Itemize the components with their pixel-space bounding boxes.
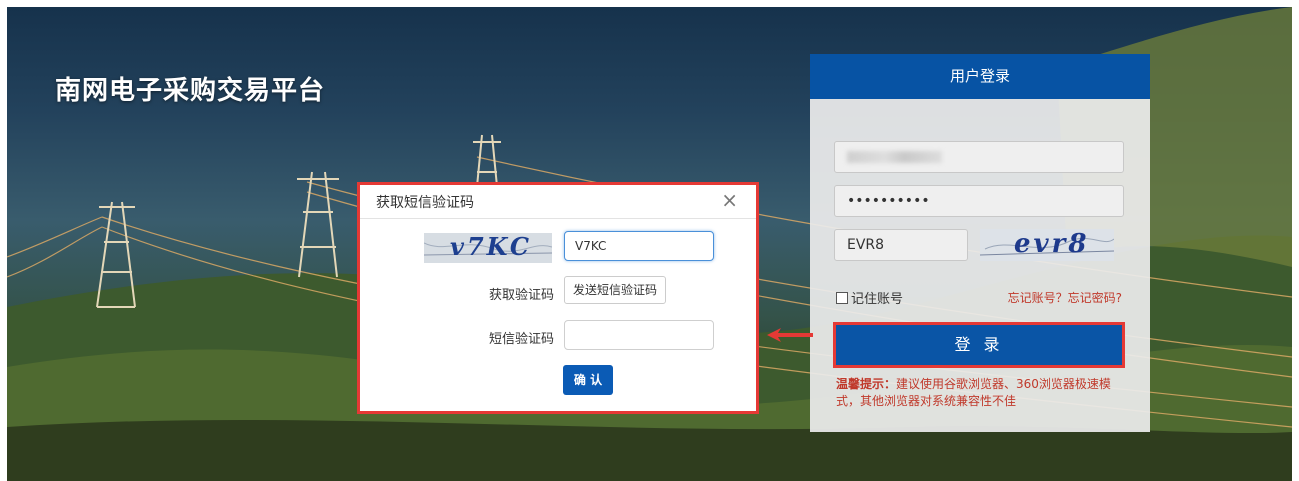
password-field[interactable]: •••••••••• xyxy=(834,185,1124,217)
arrow-left-icon xyxy=(767,328,813,342)
remember-account[interactable]: 记住账号 xyxy=(836,288,903,307)
sms-code-field[interactable] xyxy=(564,320,714,350)
compat-tip: 温馨提示：建议使用谷歌浏览器、360浏览器极速模式，其他浏览器对系统兼容性不佳 xyxy=(836,376,1126,410)
site-title: 南网电子采购交易平台 xyxy=(55,76,326,106)
sms-captcha-image-text: v7KC xyxy=(450,233,532,261)
sms-code-label: 短信验证码 xyxy=(488,332,554,347)
sms-captcha-field[interactable]: V7KC xyxy=(564,231,714,261)
login-header: 用户登录 xyxy=(810,54,1150,99)
tip-prefix: 温馨提示： xyxy=(836,377,897,391)
sms-dialog: 获取短信验证码 × v7KC V7KC 获取验证码 发送短信验证码 短信验证码 … xyxy=(357,182,759,414)
forgot-link[interactable]: 忘记账号？忘记密码? xyxy=(1008,289,1122,306)
close-icon[interactable]: × xyxy=(721,188,738,212)
login-button[interactable]: 登 录 xyxy=(833,322,1125,368)
remember-checkbox[interactable] xyxy=(836,292,848,304)
login-panel: 用户登录 •••••••••• EVR8 evr8 记住账号 忘记账号？忘记密码… xyxy=(810,54,1150,432)
sms-captcha-image[interactable]: v7KC xyxy=(424,233,552,263)
send-sms-button[interactable]: 发送短信验证码 xyxy=(564,276,667,304)
blurred-username xyxy=(847,151,942,163)
username-field[interactable] xyxy=(834,141,1124,173)
sms-dialog-title: 获取短信验证码 xyxy=(376,195,474,211)
confirm-button[interactable]: 确 认 xyxy=(563,365,613,395)
sms-dialog-header: 获取短信验证码 × xyxy=(360,185,756,219)
captcha-image-text: evr8 xyxy=(1014,229,1090,259)
captcha-field[interactable]: EVR8 xyxy=(834,229,968,261)
get-code-label: 获取验证码 xyxy=(488,288,554,303)
captcha-image[interactable]: evr8 xyxy=(980,229,1114,261)
remember-label: 记住账号 xyxy=(851,292,904,307)
